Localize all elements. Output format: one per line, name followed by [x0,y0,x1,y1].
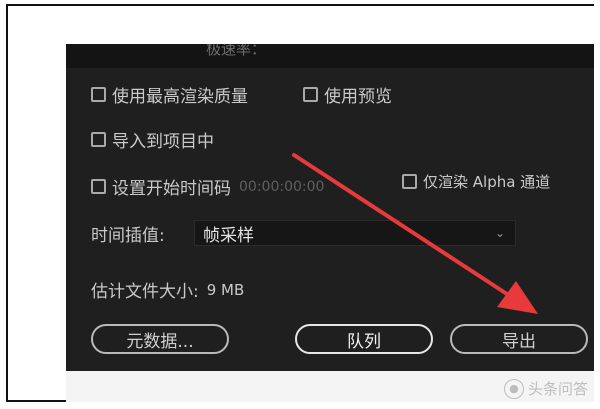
start-timecode-field[interactable]: 00:00:00:00 [239,179,324,195]
watermark: ● 头条问答 [503,378,588,399]
partial-top-label: 极速率： [206,44,267,58]
time-interpolation-label: 时间插值: [91,226,165,246]
dialog-top-strip: 极速率： [66,44,597,68]
chevron-down-icon: ⌄ [494,226,505,240]
time-interpolation-dropdown[interactable]: 帧采样 ⌄ [194,220,516,246]
estimated-file-size-label: 估计文件大小: [91,282,199,302]
set-start-timecode-checkbox[interactable] [91,179,106,194]
use-previews-checkbox[interactable] [303,87,318,102]
render-alpha-only-label: 仅渲染 Alpha 通道 [423,173,551,191]
import-into-project-row[interactable]: 导入到项目中 [91,127,214,152]
import-into-project-label: 导入到项目中 [112,132,214,152]
time-interpolation-row: 时间插值: [91,221,165,246]
max-render-quality-label: 使用最高渲染质量 [112,87,248,107]
time-interpolation-value: 帧采样 [203,225,254,246]
use-previews-row[interactable]: 使用预览 [303,82,392,107]
export-settings-dialog: 极速率： 使用最高渲染质量 使用预览 导入到项目中 设置开始时间码 00:00:… [66,44,597,371]
max-render-quality-checkbox[interactable] [91,87,106,102]
watermark-logo-icon: ● [503,378,524,399]
max-render-quality-row[interactable]: 使用最高渲染质量 [91,82,248,107]
right-edge-mask [594,0,600,409]
watermark-text: 头条问答 [527,380,588,398]
queue-button[interactable]: 队列 [295,324,433,354]
render-alpha-only-row[interactable]: 仅渲染 Alpha 通道 [402,171,550,192]
estimated-file-size-row: 估计文件大小: 9 MB [91,277,245,303]
export-button[interactable]: 导出 [450,324,588,354]
estimated-file-size-value: 9 MB [206,280,245,299]
render-alpha-only-checkbox[interactable] [402,174,417,189]
metadata-button[interactable]: 元数据... [91,324,229,354]
use-previews-label: 使用预览 [324,87,392,107]
set-start-timecode-row[interactable]: 设置开始时间码 00:00:00:00 [91,174,324,199]
import-into-project-checkbox[interactable] [91,132,106,147]
set-start-timecode-label: 设置开始时间码 [112,179,231,199]
